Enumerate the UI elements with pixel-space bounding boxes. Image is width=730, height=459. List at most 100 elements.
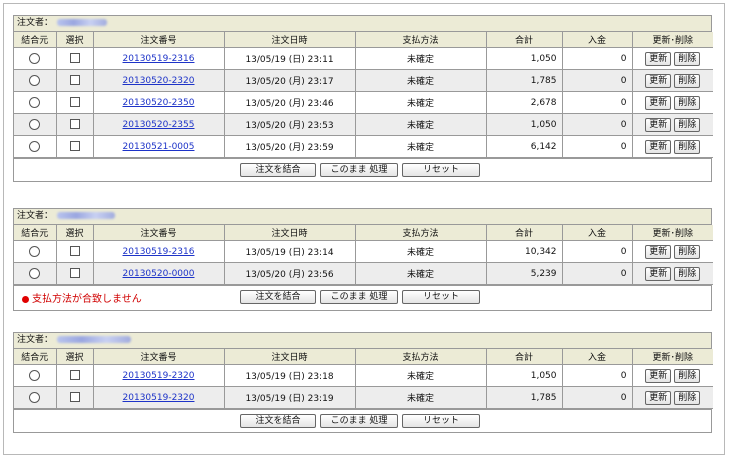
paid-amount: 0 <box>561 47 633 70</box>
col-header-order-number: 注文番号 <box>92 225 225 241</box>
col-header-total: 合計 <box>485 32 563 48</box>
table-header-row: 結合元 選択 注文番号 注文日時 支払方法 合計 入金 更新･削除 <box>14 349 713 365</box>
payment-method: 未確定 <box>354 135 487 158</box>
orderer-name-redacted <box>57 19 108 26</box>
order-date: 13/05/19 (日) 23:11 <box>223 47 356 70</box>
order-date: 13/05/19 (日) 23:14 <box>223 240 356 263</box>
table-row: 20130520-0000 13/05/20 (月) 23:56 未確定 5,2… <box>14 262 713 285</box>
delete-button[interactable]: 削除 <box>674 244 701 259</box>
merge-source-radio[interactable] <box>29 392 41 403</box>
col-header-merge-source: 結合元 <box>14 225 57 241</box>
order-number-link[interactable]: 20130521-0005 <box>123 142 195 152</box>
delete-button[interactable]: 削除 <box>674 51 701 66</box>
table-header-row: 結合元 選択 注文番号 注文日時 支払方法 合計 入金 更新･削除 <box>14 225 713 241</box>
select-checkbox[interactable] <box>69 97 80 108</box>
col-header-order-date: 注文日時 <box>223 32 356 48</box>
reset-button[interactable]: リセット <box>402 290 480 304</box>
group-actions: 注文を結合 このまま 処理 リセット <box>240 290 484 304</box>
paid-amount: 0 <box>561 364 633 387</box>
merge-source-radio[interactable] <box>29 53 41 64</box>
table-row: 20130519-2316 13/05/19 (日) 23:11 未確定 1,0… <box>14 47 713 70</box>
merge-source-radio[interactable] <box>29 246 41 257</box>
select-checkbox[interactable] <box>69 141 80 152</box>
merge-source-radio[interactable] <box>29 268 41 279</box>
group-actions: 注文を結合 このまま 処理 リセット <box>240 163 484 177</box>
col-header-select: 選択 <box>55 32 94 48</box>
select-checkbox[interactable] <box>69 119 80 130</box>
order-total: 1,785 <box>485 386 563 409</box>
update-button[interactable]: 更新 <box>645 368 672 383</box>
update-button[interactable]: 更新 <box>645 73 672 88</box>
col-header-merge-source: 結合元 <box>14 349 57 365</box>
update-button[interactable]: 更新 <box>645 95 672 110</box>
merge-source-radio[interactable] <box>29 119 41 130</box>
orderer-label: 注文者： <box>17 335 54 345</box>
col-header-actions: 更新･削除 <box>631 225 713 241</box>
col-header-order-date: 注文日時 <box>223 349 356 365</box>
group-header: 注文者： <box>14 209 711 225</box>
update-button[interactable]: 更新 <box>645 244 672 259</box>
order-number-link[interactable]: 20130519-2316 <box>123 54 195 64</box>
reset-button[interactable]: リセット <box>402 163 480 177</box>
order-date: 13/05/20 (月) 23:56 <box>223 262 356 285</box>
select-checkbox[interactable] <box>69 370 80 381</box>
order-group-1: 注文者： 結合元 選択 注文番号 注文日時 支払方法 合計 入金 更新･削除 2… <box>13 15 713 182</box>
col-header-paid: 入金 <box>561 225 633 241</box>
col-header-select: 選択 <box>55 225 94 241</box>
delete-button[interactable]: 削除 <box>674 390 701 405</box>
delete-button[interactable]: 削除 <box>674 117 701 132</box>
delete-button[interactable]: 削除 <box>674 266 701 281</box>
merge-orders-button[interactable]: 注文を結合 <box>240 290 316 304</box>
order-date: 13/05/19 (日) 23:18 <box>223 364 356 387</box>
order-total: 2,678 <box>485 91 563 114</box>
merge-orders-button[interactable]: 注文を結合 <box>240 414 316 428</box>
delete-button[interactable]: 削除 <box>674 139 701 154</box>
update-button[interactable]: 更新 <box>645 139 672 154</box>
delete-button[interactable]: 削除 <box>674 95 701 110</box>
order-group-2: 注文者： 結合元 選択 注文番号 注文日時 支払方法 合計 入金 更新･削除 2… <box>13 208 713 311</box>
process-as-is-button[interactable]: このまま 処理 <box>320 163 398 177</box>
order-number-link[interactable]: 20130520-2355 <box>123 120 195 130</box>
merge-source-radio[interactable] <box>29 75 41 86</box>
group-footer: 支払方法が合致しません 注文を結合 このまま 処理 リセット <box>14 285 711 310</box>
order-number-link[interactable]: 20130520-2350 <box>123 98 195 108</box>
order-total: 1,050 <box>485 113 563 136</box>
update-button[interactable]: 更新 <box>645 51 672 66</box>
col-header-paid: 入金 <box>561 349 633 365</box>
paid-amount: 0 <box>561 135 633 158</box>
order-number-link[interactable]: 20130519-2316 <box>123 247 195 257</box>
merge-source-radio[interactable] <box>29 141 41 152</box>
delete-button[interactable]: 削除 <box>674 73 701 88</box>
update-button[interactable]: 更新 <box>645 390 672 405</box>
table-header-row: 結合元 選択 注文番号 注文日時 支払方法 合計 入金 更新･削除 <box>14 32 713 48</box>
col-header-total: 合計 <box>485 225 563 241</box>
update-button[interactable]: 更新 <box>645 117 672 132</box>
order-total: 1,785 <box>485 69 563 92</box>
table-row: 20130519-2320 13/05/19 (日) 23:19 未確定 1,7… <box>14 386 713 409</box>
select-checkbox[interactable] <box>69 268 80 279</box>
group-header: 注文者： <box>14 333 711 349</box>
select-checkbox[interactable] <box>69 53 80 64</box>
order-date: 13/05/20 (月) 23:53 <box>223 113 356 136</box>
paid-amount: 0 <box>561 262 633 285</box>
reset-button[interactable]: リセット <box>402 414 480 428</box>
col-header-payment: 支払方法 <box>354 32 487 48</box>
select-checkbox[interactable] <box>69 392 80 403</box>
orders-table: 結合元 選択 注文番号 注文日時 支払方法 合計 入金 更新･削除 201305… <box>14 349 713 409</box>
order-number-link[interactable]: 20130520-2320 <box>123 76 195 86</box>
col-header-paid: 入金 <box>561 32 633 48</box>
process-as-is-button[interactable]: このまま 処理 <box>320 414 398 428</box>
select-checkbox[interactable] <box>69 246 80 257</box>
order-number-link[interactable]: 20130519-2320 <box>123 393 195 403</box>
process-as-is-button[interactable]: このまま 処理 <box>320 290 398 304</box>
merge-source-radio[interactable] <box>29 97 41 108</box>
select-checkbox[interactable] <box>69 75 80 86</box>
merge-source-radio[interactable] <box>29 370 41 381</box>
orderer-name-redacted <box>57 336 132 343</box>
order-number-link[interactable]: 20130519-2320 <box>123 371 195 381</box>
delete-button[interactable]: 削除 <box>674 368 701 383</box>
update-button[interactable]: 更新 <box>645 266 672 281</box>
table-row: 20130520-2355 13/05/20 (月) 23:53 未確定 1,0… <box>14 113 713 136</box>
order-number-link[interactable]: 20130520-0000 <box>123 269 195 279</box>
merge-orders-button[interactable]: 注文を結合 <box>240 163 316 177</box>
